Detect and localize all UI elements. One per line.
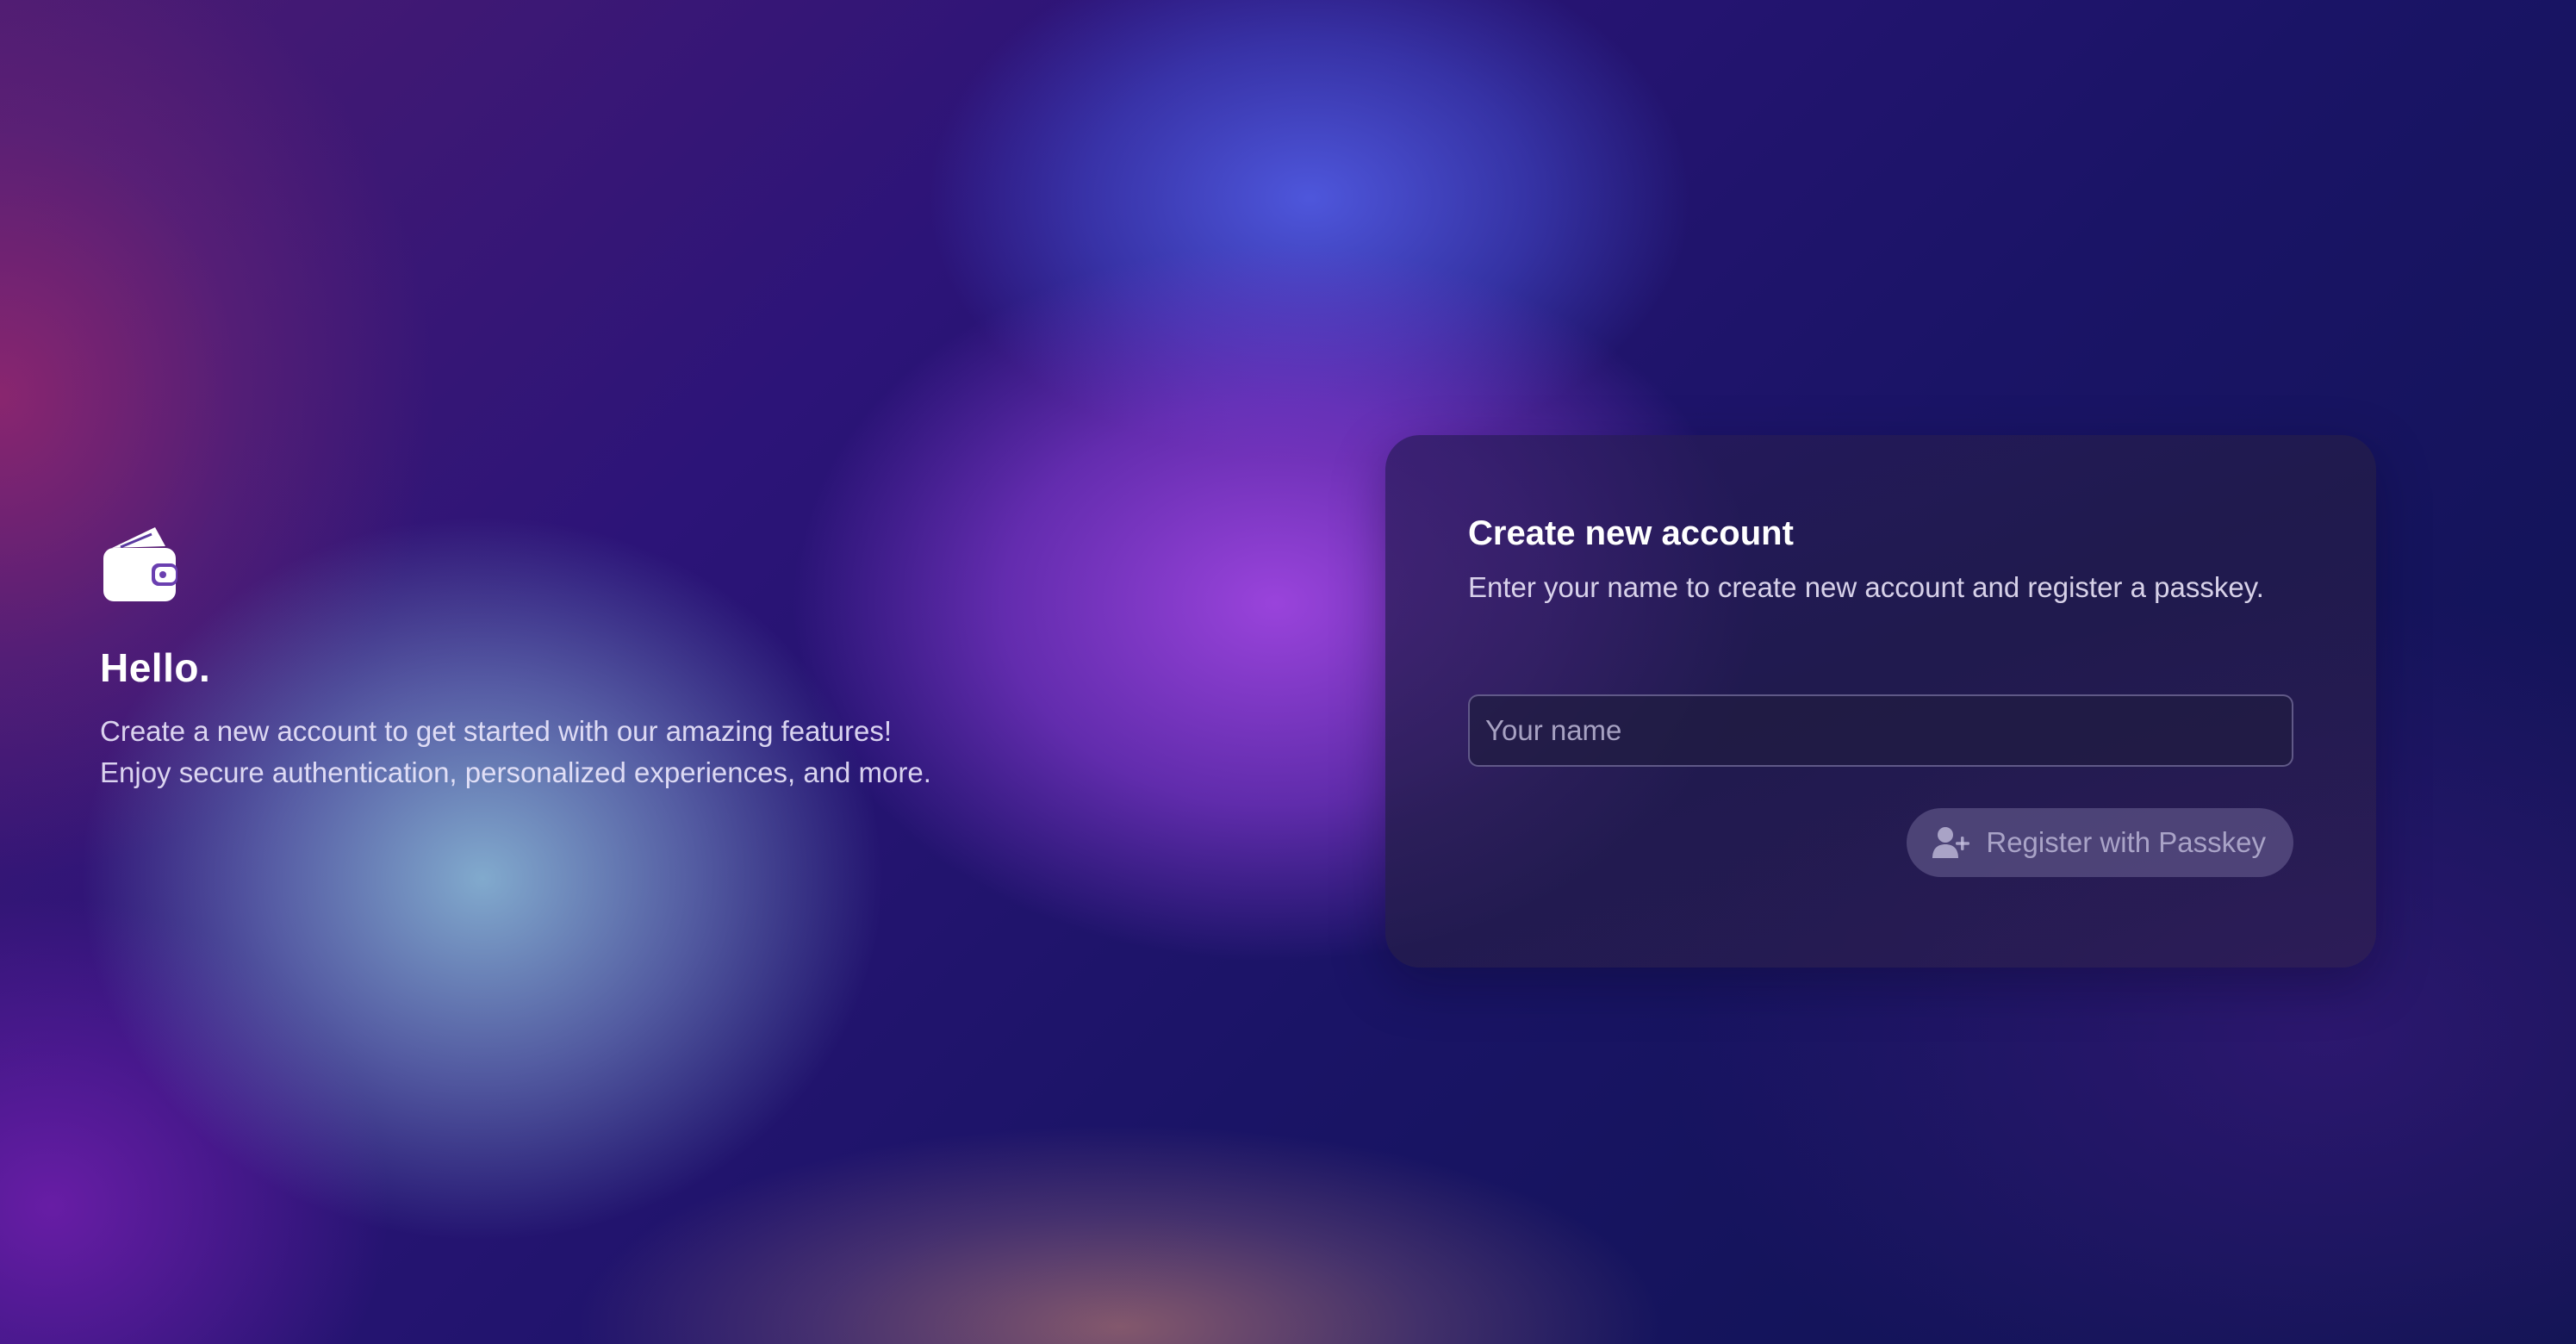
hero-description-line: Enjoy secure authentication, personalize… [100,756,931,789]
card-subtitle: Enter your name to create new account an… [1468,571,2264,603]
register-with-passkey-button[interactable]: Register with Passkey [1907,807,2293,877]
hero-description: Create a new account to get started with… [100,711,1048,793]
name-input[interactable] [1468,694,2293,767]
register-button-label: Register with Passkey [1986,825,2266,858]
hero-description-line: Create a new account to get started with… [100,715,893,748]
hero-section: Hello. Create a new account to get start… [100,526,1048,793]
create-account-card: Create new account Enter your name to cr… [1385,435,2376,968]
card-title: Create new account [1468,514,1794,552]
form-actions: Register with Passkey [1468,807,2293,877]
hero-title: Hello. [100,645,211,690]
user-plus-icon [1932,826,1970,858]
wallet-icon [103,527,177,601]
